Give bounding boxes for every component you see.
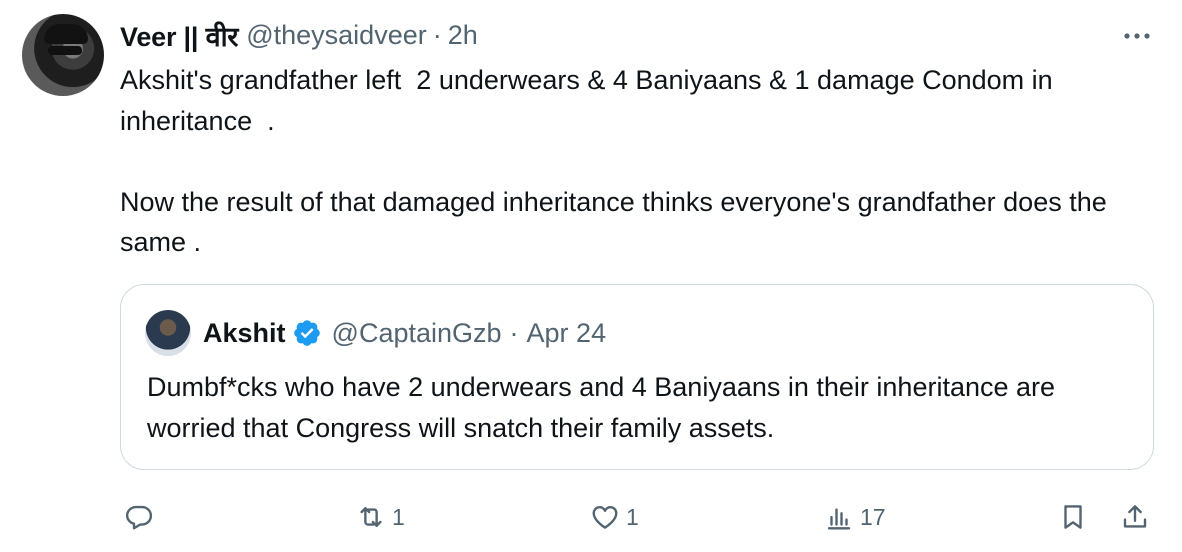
quoted-separator-dot: · — [509, 317, 519, 348]
heart-icon — [592, 506, 618, 529]
reply-icon — [125, 505, 153, 530]
views-count: 17 — [860, 503, 886, 530]
like-button[interactable]: 1 — [590, 494, 639, 540]
action-bar: 1 1 17 — [0, 494, 1182, 540]
quoted-author-name[interactable]: Akshit — [203, 318, 286, 349]
quoted-tweet[interactable]: Akshit @CaptainGzb · Apr 24 Dumbf*cks wh… — [120, 284, 1154, 470]
tweet: Veer || वीर @theysaidveer · 2h Akshit's … — [0, 0, 1182, 552]
share-icon — [1123, 505, 1147, 528]
quoted-tweet-header: Akshit @CaptainGzb · Apr 24 — [203, 316, 606, 350]
tweet-time[interactable]: 2h — [448, 20, 478, 51]
bookmark-icon — [1064, 505, 1082, 529]
tweet-text: Akshit's grandfather left 2 underwears &… — [120, 65, 1107, 257]
quoted-tweet-text: Dumbf*cks who have 2 underwears and 4 Ba… — [147, 372, 1056, 443]
views-chart-icon — [827, 508, 851, 530]
author-name[interactable]: Veer || वीर — [120, 17, 238, 54]
bookmark-button[interactable] — [1058, 494, 1088, 540]
tweet-header: Veer || वीर @theysaidveer · 2h — [120, 18, 478, 52]
quoted-tweet-date[interactable]: Apr 24 — [527, 318, 607, 349]
author-avatar[interactable] — [22, 14, 104, 96]
avatar-glasses — [48, 46, 82, 55]
verified-badge-icon — [293, 320, 320, 346]
retweet-count: 1 — [392, 503, 405, 530]
like-count: 1 — [626, 503, 639, 530]
quoted-author-handle[interactable]: @CaptainGzb — [332, 318, 502, 349]
author-handle[interactable]: @theysaidveer — [246, 20, 427, 51]
retweet-button[interactable]: 1 — [356, 494, 405, 540]
share-button[interactable] — [1120, 494, 1150, 540]
views-button[interactable]: 17 — [824, 494, 886, 540]
retweet-icon — [360, 507, 382, 527]
more-options-icon[interactable] — [1117, 18, 1157, 54]
reply-button[interactable] — [124, 494, 160, 540]
quoted-author-avatar[interactable] — [145, 310, 191, 356]
separator-dot: · — [432, 19, 442, 50]
avatar-hair — [44, 24, 88, 44]
